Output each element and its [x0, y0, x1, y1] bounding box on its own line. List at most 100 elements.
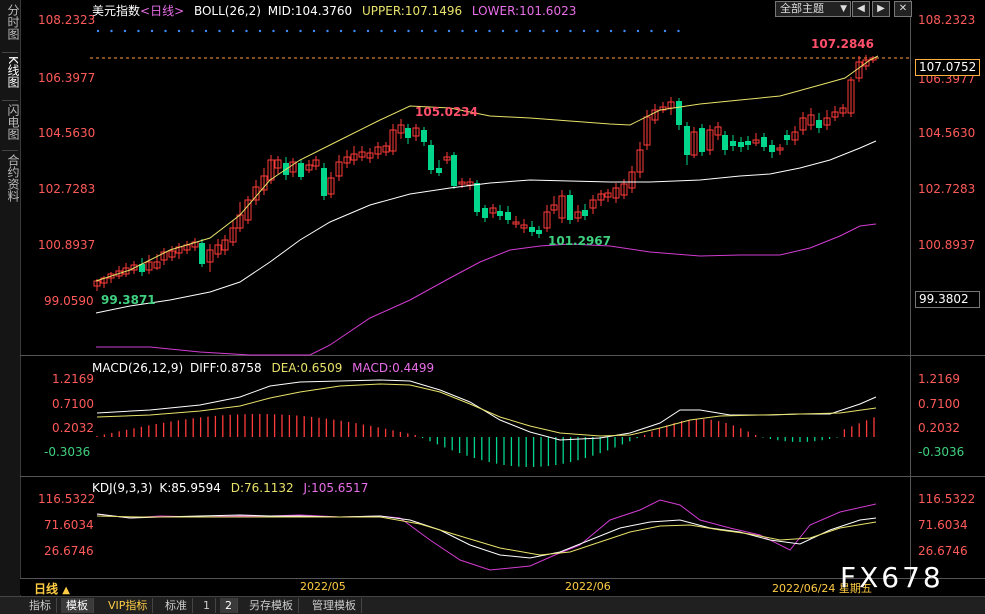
candle-body: [684, 126, 690, 155]
signal-dot: [596, 29, 599, 33]
kdj-y-label: 116.5322: [918, 492, 976, 506]
period-selector[interactable]: 日线 ▲: [34, 580, 70, 597]
signal-dot: [474, 29, 478, 33]
low-annotation: 101.2967: [548, 234, 612, 248]
symbol-name: 美元指数: [92, 4, 141, 18]
prev-button[interactable]: ◀: [852, 1, 870, 17]
signal-dot: [218, 29, 221, 33]
main-indicator-header: 美元指数<日线> BOLL(26,2) MID:104.3760 UPPER:1…: [92, 2, 582, 19]
signal-dot: [191, 29, 194, 33]
tab-manage-template[interactable]: 管理模板: [307, 598, 362, 613]
candle-body: [536, 230, 542, 234]
signal-dot: [245, 29, 248, 33]
candle-body: [497, 211, 503, 216]
signal-dot: [96, 29, 100, 33]
signal-dot: [582, 29, 586, 33]
signal-dot: [299, 29, 302, 33]
signal-dot: [393, 29, 397, 33]
y-axis-label: 108.2323: [918, 13, 976, 27]
y-axis-label: 102.7283: [38, 182, 96, 196]
chevron-down-icon: ▼: [840, 4, 847, 14]
high-annotation: 107.2846: [811, 37, 875, 51]
candle-body: [451, 155, 457, 186]
candle-body: [321, 168, 327, 196]
signal-dot: [555, 29, 559, 33]
candle-body: [474, 183, 480, 212]
kdj-j: J:105.6517: [303, 481, 369, 495]
bottom-tab-bar: 指标 模板 VIP指标 标准 1 2 另存模板 管理模板: [0, 596, 985, 614]
next-button[interactable]: ▶: [872, 1, 890, 17]
y-axis-label: 104.5630: [918, 126, 976, 140]
signal-dot: [353, 29, 356, 33]
tab-timeshare[interactable]: 分时图: [0, 4, 20, 40]
low-annotation: 99.3871: [101, 293, 156, 307]
signal-dot: [366, 29, 370, 33]
macd-diff-line: [96, 379, 877, 441]
kdj-k: K:85.9594: [159, 481, 221, 495]
candle-body: [784, 135, 790, 140]
y-axis-label: 100.8937: [918, 238, 976, 252]
theme-select[interactable]: 全部主题 ▼: [775, 1, 851, 17]
candle-body: [738, 142, 744, 147]
candle-body: [298, 163, 304, 177]
macd-dea: DEA:0.6509: [271, 361, 343, 375]
high-annotation: 105.0234: [415, 105, 479, 119]
tab-kline[interactable]: K线图: [0, 56, 20, 88]
y-axis-label: 102.7283: [918, 182, 976, 196]
signal-dot: [137, 29, 140, 33]
kdj-y-label: 26.6746: [918, 544, 968, 558]
tab-contract-info[interactable]: 合约资料: [0, 154, 20, 202]
candle-body: [405, 128, 411, 138]
signal-dot: [663, 29, 667, 33]
kdj-y-label: 26.6746: [44, 544, 94, 558]
kdj-header: KDJ(9,3,3) K:85.9594 D:76.1132 J:105.651…: [92, 481, 374, 495]
kdj-d: D:76.1132: [230, 481, 294, 495]
boll-upper: UPPER:107.1496: [361, 4, 463, 18]
tab-page-2[interactable]: 2: [220, 598, 238, 613]
signal-dot: [272, 29, 275, 33]
candle-body: [505, 212, 511, 220]
signal-dot: [528, 29, 532, 33]
period-tag: <日线>: [140, 4, 185, 18]
macd-header: MACD(26,12,9) DIFF:0.8758 DEA:0.6509 MAC…: [92, 361, 440, 375]
tab-indicator[interactable]: 指标: [24, 598, 57, 613]
tab-divider: [2, 100, 18, 101]
signal-dot: [461, 29, 464, 33]
tab-page-1[interactable]: 1: [198, 598, 216, 613]
candle-body: [199, 243, 205, 264]
macd-diff: DIFF:0.8758: [189, 361, 262, 375]
theme-select-value: 全部主题: [780, 2, 824, 15]
candle-body: [676, 101, 682, 125]
y-axis-label: 108.2323: [38, 13, 96, 27]
signal-dot: [677, 29, 680, 33]
candle-body: [699, 128, 705, 152]
tab-divider: [2, 150, 18, 151]
macd-dea-line: [96, 383, 877, 437]
tab-save-template[interactable]: 另存模板: [244, 598, 299, 613]
macd-y-label: -0.3036: [44, 445, 91, 459]
tab-vip-indicator[interactable]: VIP指标: [103, 598, 154, 613]
close-icon[interactable]: ✕: [894, 1, 912, 17]
signal-dot: [488, 29, 491, 33]
signal-dot: [636, 29, 640, 33]
boll-upper-line: [95, 55, 879, 282]
y-axis-label: 104.5630: [38, 126, 96, 140]
boll-name: BOLL(26,2): [193, 4, 261, 18]
macd-y-label: 0.2032: [52, 421, 94, 435]
signal-dot: [609, 29, 613, 33]
kdj-j-line: [96, 499, 877, 571]
y-axis-label: 99.0590: [44, 294, 94, 308]
candle-body: [567, 195, 573, 220]
tab-standard[interactable]: 标准: [160, 598, 193, 613]
low-price-tag: 99.3802: [915, 291, 980, 308]
signal-dot: [501, 29, 505, 33]
watermark-logo: FX678: [840, 561, 944, 594]
signal-dot: [150, 29, 154, 33]
tab-template[interactable]: 模板: [61, 598, 94, 613]
signal-dot: [326, 29, 329, 33]
signal-dot: [231, 29, 235, 33]
macd-name: MACD(26,12,9): [92, 361, 184, 375]
signal-dot: [542, 29, 545, 33]
tab-flash-chart[interactable]: 闪电图: [0, 104, 20, 140]
candle-body: [482, 208, 488, 218]
